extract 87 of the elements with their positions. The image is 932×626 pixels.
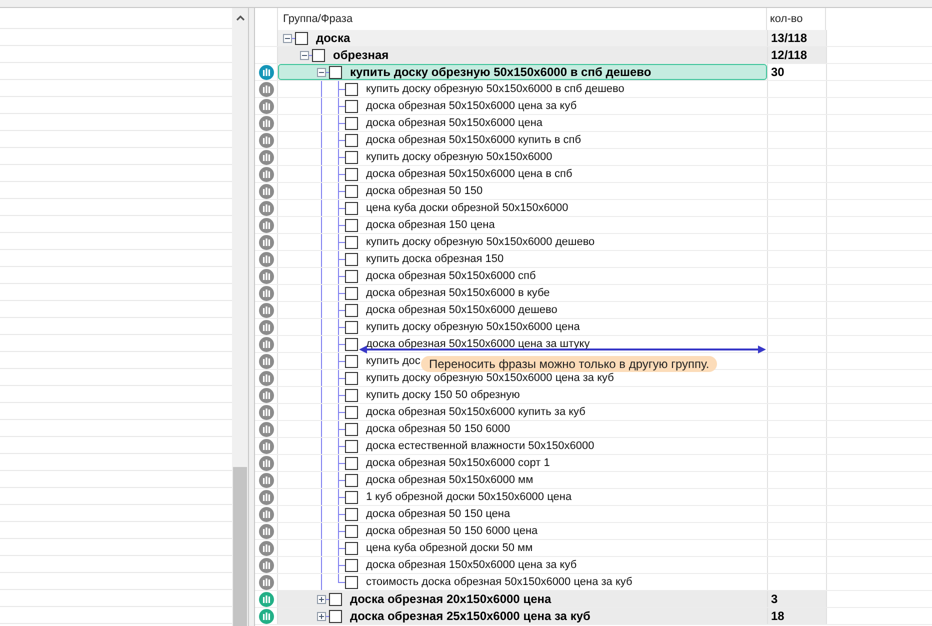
selected-row[interactable]: купить доску обрезную 50x150x6000 в спб дешево (278, 64, 767, 80)
phrase-text: купить доску обрезную 50x150x6000 дешево (366, 234, 595, 250)
phrase-text: стоимость доска обрезная 50x150x6000 цена за куб (366, 574, 632, 590)
group-name: купить доску обрезную 50x150x6000 в спб дешево (350, 64, 652, 81)
phrase-text: доска обрезная 50 150 цена (366, 506, 510, 522)
phrase-text: цена куба обрезной доски 50 мм (366, 540, 533, 556)
checkbox[interactable] (345, 286, 358, 300)
phrase-text: цена куба доски обрезной 50x150x6000 (366, 200, 568, 216)
chevron-up-icon[interactable] (236, 15, 244, 21)
phrase-text: доска обрезная 50 150 6000 (366, 422, 510, 437)
phrase-text: доска обрезная 50x150x6000 дешево (366, 302, 558, 318)
tooltip: Переносить фразы можно только в другую группу. (421, 356, 718, 372)
checkbox[interactable] (345, 542, 358, 554)
phrase-text: доска обрезная 50 150 6000 цена (366, 524, 538, 539)
phrase-text: купить доску обрезную 50x150x6000 цена (366, 320, 580, 335)
checkbox[interactable] (345, 338, 358, 350)
column-header[interactable]: кол-во (770, 10, 803, 28)
phrase-text: доска обрезная 50x150x6000 цена (366, 116, 543, 131)
phrase-text: доска обрезная 50x150x6000 цена за штуку (366, 336, 590, 352)
phrase-text: доска обрезная 50x150x6000 купить за куб (366, 404, 586, 420)
phrase-text: доска обрезная 50x150x6000 цена в спб (366, 166, 572, 182)
collapse-icon[interactable] (283, 34, 292, 42)
column-header[interactable]: Группа/Фраза (283, 10, 353, 28)
count-text: 12/118 (771, 47, 808, 64)
checkbox[interactable] (345, 100, 358, 112)
count-text: 30 (771, 64, 784, 81)
phrase-text: купить доска обрезная 150 (366, 252, 504, 267)
phrase-text: доска обрезная 50x150x6000 сорт 1 (366, 456, 550, 471)
checkbox[interactable] (345, 422, 358, 436)
checkbox[interactable] (345, 372, 358, 384)
count-text: 3 (771, 591, 778, 608)
phrase-text: купить доску обрезную 50x150x6000 (366, 150, 552, 165)
checkbox[interactable] (345, 388, 358, 402)
collapse-icon[interactable] (300, 50, 309, 60)
collapse-icon[interactable] (317, 68, 326, 76)
checkbox[interactable] (345, 184, 358, 198)
checkbox[interactable] (345, 440, 358, 452)
group-name: доска обрезная 20x150x6000 цена (350, 591, 552, 608)
checkbox[interactable] (345, 508, 358, 520)
checkbox[interactable] (329, 592, 342, 606)
group-name: доска обрезная 25x150x6000 цена за куб (350, 608, 590, 625)
phrase-text: доска обрезная 150 цена (366, 218, 495, 233)
phrase-text: купить дос (366, 354, 420, 369)
checkbox[interactable] (345, 116, 358, 130)
group-name: обрезная (333, 47, 389, 64)
expand-icon[interactable] (317, 594, 326, 604)
checkbox[interactable] (345, 218, 358, 232)
checkbox[interactable] (345, 320, 358, 334)
checkbox[interactable] (345, 456, 358, 470)
checkbox[interactable] (345, 150, 358, 164)
count-text: 13/118 (771, 30, 808, 47)
checkbox[interactable] (345, 134, 358, 146)
checkbox[interactable] (345, 270, 358, 282)
checkbox[interactable] (345, 202, 358, 214)
phrase-text: доска естественной влажности 50x150x6000 (366, 438, 594, 454)
checkbox[interactable] (329, 66, 342, 78)
checkbox[interactable] (345, 524, 358, 538)
phrase-text: доска обрезная 50x150x6000 купить в спб (366, 132, 582, 148)
checkbox[interactable] (345, 252, 358, 266)
expand-icon[interactable] (317, 612, 326, 620)
phrase-text: доска обрезная 50x150x6000 в кубе (366, 286, 550, 301)
checkbox[interactable] (295, 32, 308, 44)
checkbox[interactable] (329, 610, 342, 622)
phrase-text: доска обрезная 50x150x6000 цена за куб (366, 98, 577, 114)
count-text: 18 (771, 608, 784, 625)
phrase-text: купить доску 150 50 обрезную (366, 388, 520, 403)
checkbox[interactable] (345, 558, 358, 572)
phrase-text: доска обрезная 150x50x6000 цена за куб (366, 558, 577, 573)
scrollbar-thumb[interactable] (233, 467, 247, 626)
phrase-text: купить доску обрезную 50x150x6000 цена за куб (366, 370, 614, 386)
phrase-text: купить доску обрезную 50x150x6000 в спб дешево (366, 82, 624, 97)
phrase-text: 1 куб обрезной доски 50x150x6000 цена (366, 490, 572, 505)
checkbox[interactable] (345, 236, 358, 248)
checkbox[interactable] (345, 490, 358, 504)
phrase-text: доска обрезная 50x150x6000 спб (366, 268, 536, 284)
checkbox[interactable] (312, 48, 325, 62)
checkbox[interactable] (345, 576, 358, 588)
checkbox[interactable] (345, 406, 358, 418)
checkbox[interactable] (345, 168, 358, 180)
phrase-text: доска обрезная 50 150 (366, 184, 483, 199)
scrollbar[interactable] (232, 8, 248, 626)
group-name: доска (316, 30, 350, 47)
phrase-text: доска обрезная 50x150x6000 мм (366, 472, 534, 488)
checkbox[interactable] (345, 474, 358, 486)
checkbox[interactable] (345, 82, 358, 96)
checkbox[interactable] (345, 304, 358, 316)
checkbox[interactable] (345, 354, 358, 368)
